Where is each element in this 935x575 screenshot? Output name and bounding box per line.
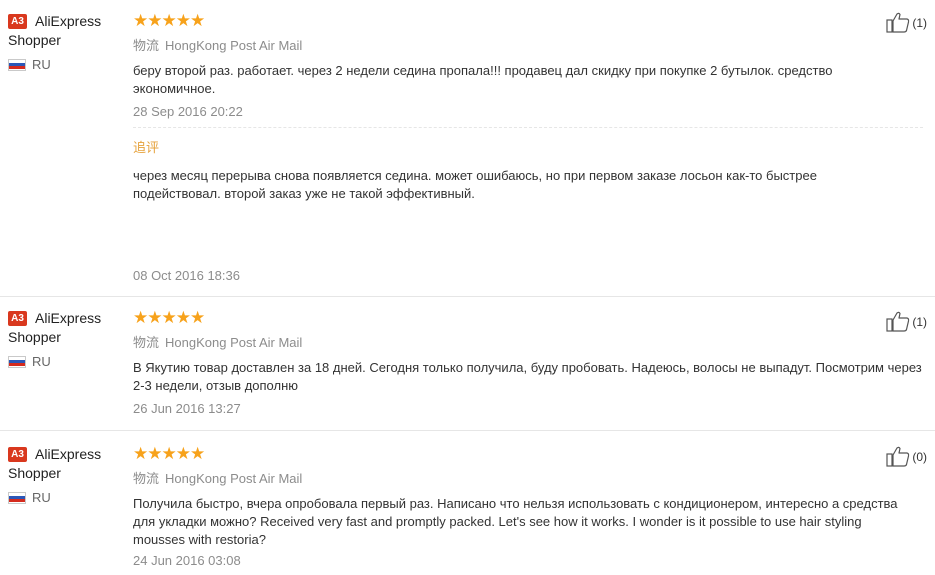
reviewer-name: AliExpress xyxy=(35,310,102,326)
reviewer-name-line2: Shopper xyxy=(8,32,61,48)
russia-flag-icon xyxy=(8,355,26,368)
logistics-info: 物流 HongKong Post Air Mail xyxy=(133,471,893,487)
buyer-level-badge: A3 xyxy=(8,446,27,462)
russia-flag-icon xyxy=(8,491,26,504)
reviewer-country: RU xyxy=(8,57,128,72)
reviewer-name-line2: Shopper xyxy=(8,329,61,345)
reviewer-info: A3 AliExpress Shopper RU xyxy=(8,12,128,72)
review-item: A3 AliExpress Shopper RU ★★★★★ 物流 HongKon… xyxy=(0,296,935,431)
like-button[interactable]: (1) xyxy=(886,12,927,33)
like-count: (0) xyxy=(912,449,927,464)
like-button[interactable]: (0) xyxy=(886,446,927,467)
buyer-level-badge: A3 xyxy=(8,13,27,29)
star-rating: ★★★★★ xyxy=(133,444,205,463)
feedback-text: В Якутию товар доставлен за 18 дней. Сег… xyxy=(133,360,922,393)
logistics-info: 物流 HongKong Post Air Mail xyxy=(133,335,893,351)
feedback-date: 26 Jun 2016 13:27 xyxy=(133,401,241,416)
review-item: A3 AliExpress Shopper RU ★★★★★ 物流 HongKon… xyxy=(0,0,935,297)
reviewer-name-line2: Shopper xyxy=(8,465,61,481)
review-content: ★★★★★ 物流 HongKong Post Air Mail беру втор… xyxy=(133,12,893,120)
russia-flag-icon xyxy=(8,58,26,71)
logistics-label: 物流 xyxy=(133,471,160,486)
review-content: ★★★★★ 物流 HongKong Post Air Mail В Якутию … xyxy=(133,308,922,417)
like-button[interactable]: (1) xyxy=(886,311,927,332)
feedback-text: Получила быстро, вчера опробовала первый… xyxy=(133,496,898,547)
star-rating: ★★★★★ xyxy=(133,11,205,30)
logistics-value: HongKong Post Air Mail xyxy=(165,38,303,53)
thumbs-up-icon xyxy=(886,12,910,33)
feedback-text: беру второй раз. работает. через 2 недел… xyxy=(133,63,833,96)
star-rating: ★★★★★ xyxy=(133,308,205,327)
feedback-date: 28 Sep 2016 20:22 xyxy=(133,104,243,119)
thumbs-up-icon xyxy=(886,446,910,467)
feedback-date: 24 Jun 2016 03:08 xyxy=(133,553,241,568)
review-item: A3 AliExpress Shopper RU ★★★★★ 物流 HongKon… xyxy=(0,431,935,575)
append-review-label: 追评 xyxy=(133,140,160,155)
append-feedback-text: через месяц перерыва снова появляется се… xyxy=(133,168,817,201)
reviewer-info: A3 AliExpress Shopper RU xyxy=(8,309,128,369)
reviewer-country: RU xyxy=(8,354,128,369)
logistics-info: 物流 HongKong Post Air Mail xyxy=(133,38,893,54)
logistics-label: 物流 xyxy=(133,38,160,53)
country-code: RU xyxy=(32,490,51,505)
append-review-content: через месяц перерыва снова появляется се… xyxy=(133,159,893,203)
like-count: (1) xyxy=(912,314,927,329)
thumbs-up-icon xyxy=(886,311,910,332)
reviewer-info: A3 AliExpress Shopper RU xyxy=(8,445,128,505)
review-content: ★★★★★ 物流 HongKong Post Air Mail Получила … xyxy=(133,444,898,569)
reviewer-name: AliExpress xyxy=(35,13,102,29)
reviewer-country: RU xyxy=(8,490,128,505)
like-count: (1) xyxy=(912,15,927,30)
append-feedback-date: 08 Oct 2016 18:36 xyxy=(133,268,240,283)
country-code: RU xyxy=(32,354,51,369)
country-code: RU xyxy=(32,57,51,72)
logistics-label: 物流 xyxy=(133,335,160,350)
reviewer-name: AliExpress xyxy=(35,446,102,462)
logistics-value: HongKong Post Air Mail xyxy=(165,471,303,486)
buyer-level-badge: A3 xyxy=(8,310,27,326)
logistics-value: HongKong Post Air Mail xyxy=(165,335,303,350)
append-divider xyxy=(133,127,923,128)
